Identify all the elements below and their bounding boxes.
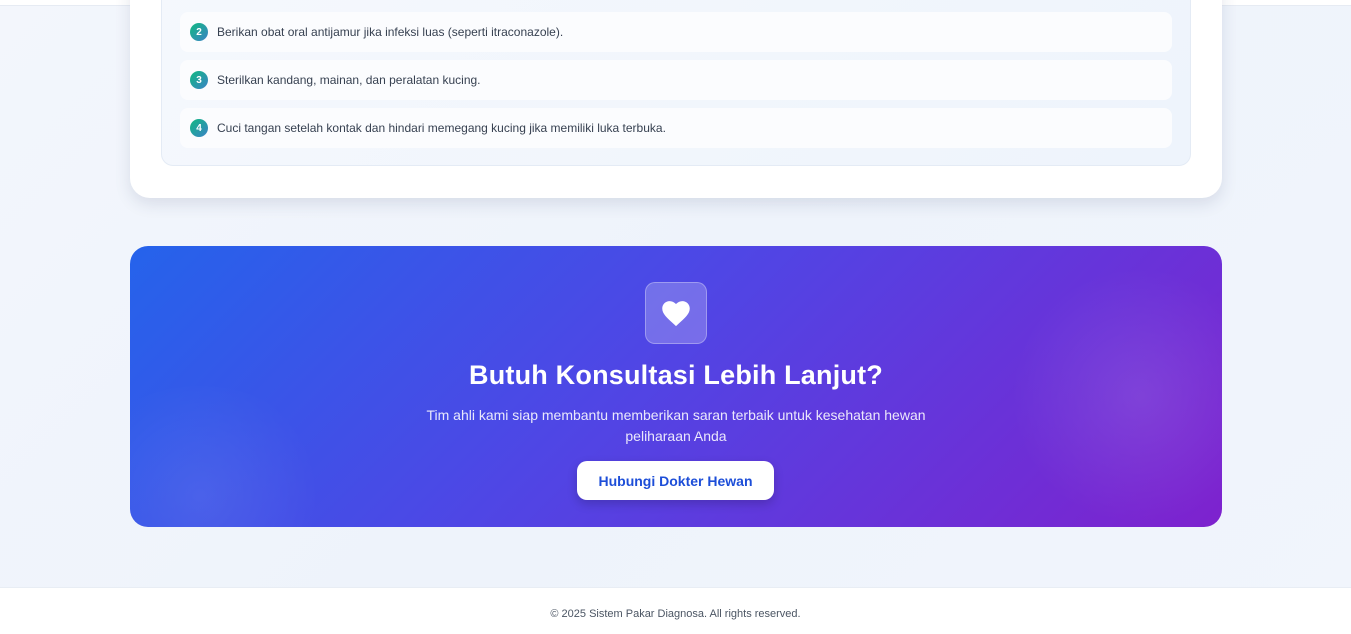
- step-number-badge: 3: [190, 71, 208, 89]
- treatment-step: 3 Sterilkan kandang, mainan, dan peralat…: [180, 60, 1172, 100]
- cta-title: Butuh Konsultasi Lebih Lanjut?: [469, 360, 883, 390]
- treatment-step: 2 Berikan obat oral antijamur jika infek…: [180, 12, 1172, 52]
- step-number-badge: 2: [190, 23, 208, 41]
- decorative-glow: [130, 386, 330, 527]
- footer: © 2025 Sistem Pakar Diagnosa. All rights…: [0, 587, 1351, 634]
- heart-icon: [662, 301, 690, 327]
- step-text: Berikan obat oral antijamur jika infeksi…: [217, 25, 564, 39]
- step-text: Cuci tangan setelah kontak dan hindari m…: [217, 121, 666, 135]
- step-number-badge: 4: [190, 119, 208, 137]
- result-card: 2 Berikan obat oral antijamur jika infek…: [130, 0, 1222, 198]
- cta-subtitle: Tim ahli kami siap membantu memberikan s…: [426, 407, 926, 444]
- step-text: Sterilkan kandang, mainan, dan peralatan…: [217, 73, 481, 87]
- contact-vet-button[interactable]: Hubungi Dokter Hewan: [577, 461, 774, 500]
- consultation-cta-banner: Butuh Konsultasi Lebih Lanjut? Tim ahli …: [130, 246, 1222, 527]
- treatment-steps-box: 2 Berikan obat oral antijamur jika infek…: [161, 0, 1191, 166]
- heart-icon-box: [645, 282, 707, 344]
- page: 2 Berikan obat oral antijamur jika infek…: [0, 0, 1351, 634]
- decorative-glow: [1010, 266, 1222, 526]
- treatment-step: 4 Cuci tangan setelah kontak dan hindari…: [180, 108, 1172, 148]
- copyright-text: © 2025 Sistem Pakar Diagnosa. All rights…: [550, 608, 801, 620]
